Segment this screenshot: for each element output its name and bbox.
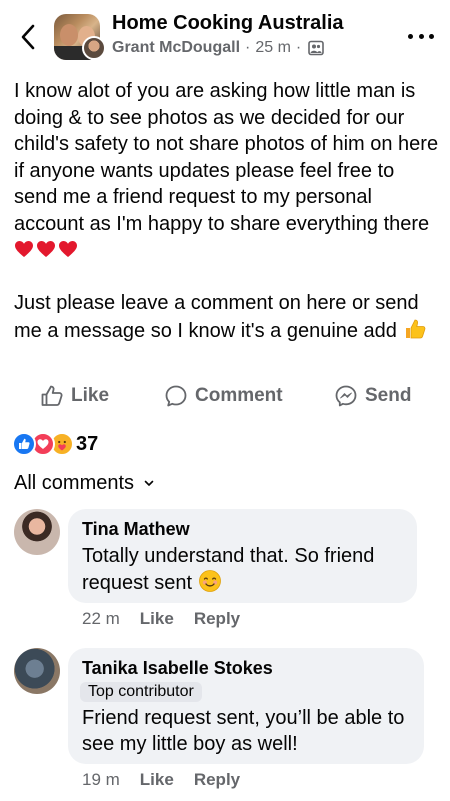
group-name[interactable]: Home Cooking Australia: [112, 12, 344, 35]
comment-meta: 22 m Like Reply: [82, 609, 240, 629]
like-label: Like: [71, 385, 110, 406]
reactions-summary[interactable]: 37: [12, 432, 98, 456]
thumbs-up-icon: [41, 385, 63, 406]
comment-like-button[interactable]: Like: [140, 609, 174, 629]
red-heart-emoji: [59, 241, 77, 257]
post-paragraph-text: I know alot of you are asking how little…: [14, 80, 439, 235]
post-text: I know alot of you are asking how little…: [14, 78, 439, 344]
post-meta: Grant McDougall · 25 m ·: [112, 39, 325, 57]
comment-icon: [165, 385, 187, 407]
post-paragraph-text: Just please leave a comment on here or s…: [14, 292, 419, 342]
commenter-avatar[interactable]: [14, 509, 60, 555]
separator-dot: ·: [245, 39, 251, 56]
comment-text: Friend request sent, you’ll be able to s…: [82, 707, 405, 755]
author-avatar[interactable]: [82, 36, 106, 60]
messenger-icon: [335, 385, 357, 407]
comment-like-button[interactable]: Like: [140, 770, 174, 790]
red-heart-emoji: [15, 241, 33, 257]
dot-icon: [408, 33, 413, 39]
commenter-name[interactable]: Tina Mathew: [82, 519, 190, 540]
chevron-left-icon: [21, 24, 35, 50]
comment-reply-button[interactable]: Reply: [194, 609, 240, 629]
back-button[interactable]: [14, 22, 42, 52]
group-members-icon: [308, 40, 325, 56]
separator-dot: ·: [295, 39, 302, 56]
more-options-button[interactable]: [408, 28, 434, 44]
like-button[interactable]: Like: [40, 384, 109, 408]
post-time[interactable]: 25 m: [255, 39, 291, 57]
send-label: Send: [365, 385, 412, 406]
post-paragraph: Just please leave a comment on here or s…: [14, 290, 439, 344]
comment-meta: 19 m Like Reply: [82, 770, 240, 790]
commenter-avatar[interactable]: [14, 648, 60, 694]
post-action-bar: Like Comment Send: [0, 384, 450, 414]
reaction-icons: [12, 432, 74, 456]
thumbs-up-emoji: [405, 319, 425, 338]
comment-text: Totally understand that. So friend reque…: [82, 543, 412, 596]
comment-button[interactable]: Comment: [164, 384, 283, 408]
smiling-face-emoji: [198, 570, 221, 592]
author-name[interactable]: Grant McDougall: [112, 39, 240, 57]
post-paragraph: I know alot of you are asking how little…: [14, 78, 439, 264]
comment-reply-button[interactable]: Reply: [194, 770, 240, 790]
commenter-name[interactable]: Tanika Isabelle Stokes: [82, 658, 273, 679]
like-reaction-icon: [12, 432, 36, 456]
send-button[interactable]: Send: [334, 384, 411, 408]
comment-sort-dropdown[interactable]: All comments: [14, 472, 154, 495]
dot-icon: [429, 33, 434, 39]
comment-time[interactable]: 22 m: [82, 609, 120, 629]
comment-time[interactable]: 19 m: [82, 770, 120, 790]
comment-label: Comment: [195, 385, 283, 406]
top-contributor-badge[interactable]: Top contributor: [80, 682, 202, 702]
red-heart-emoji: [37, 241, 55, 257]
reaction-count: 37: [76, 432, 99, 455]
comment-text-content: Totally understand that. So friend reque…: [82, 545, 375, 594]
comment-sort-label: All comments: [14, 472, 135, 494]
chevron-down-icon: [144, 480, 154, 487]
dot-icon: [418, 33, 424, 39]
post-header: Home Cooking Australia Grant McDougall ·…: [0, 0, 450, 72]
